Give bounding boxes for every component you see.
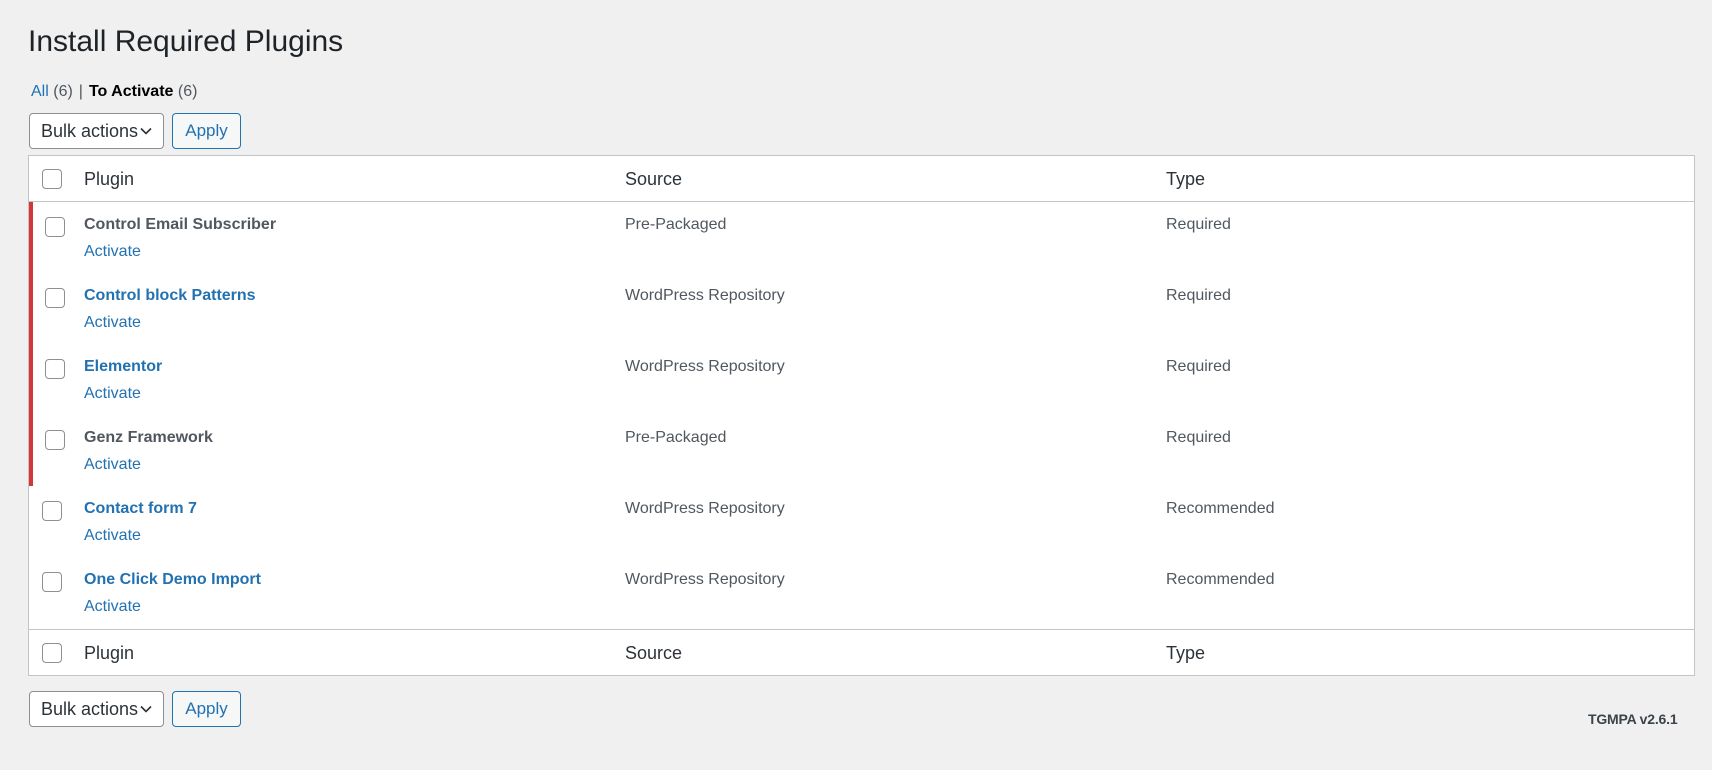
activate-link[interactable]: Activate [84, 312, 141, 334]
table-row: Contact form 7 Activate WordPress Reposito… [29, 486, 1694, 557]
activate-link[interactable]: Activate [84, 525, 141, 547]
table-header: Plugin Source Type [29, 156, 1694, 202]
select-all-checkbox-top[interactable] [42, 169, 62, 189]
filter-all-link[interactable]: All (6) [31, 83, 73, 100]
plugin-source: WordPress Repository [625, 571, 785, 588]
tgmpa-version: TGMPA v2.6.1 [1588, 711, 1678, 727]
activate-link[interactable]: Activate [84, 596, 141, 618]
table-row: One Click Demo Import Activate WordPress R… [29, 557, 1694, 628]
activate-link[interactable]: Activate [84, 383, 141, 405]
plugin-name[interactable]: Contact form 7 [84, 498, 197, 520]
plugin-type: Required [1166, 429, 1231, 446]
plugin-source: Pre-Packaged [625, 216, 727, 233]
apply-button-bottom[interactable]: Apply [172, 691, 241, 727]
row-checkbox[interactable] [45, 359, 65, 379]
filter-all-label: All [31, 83, 49, 100]
tablenav-bottom: Bulk actions Apply [29, 691, 241, 727]
column-footer-plugin[interactable]: Plugin [84, 642, 134, 664]
column-footer-type[interactable]: Type [1166, 642, 1205, 664]
plugin-source: Pre-Packaged [625, 429, 727, 446]
bulk-actions-select-bottom[interactable]: Bulk actions [29, 691, 164, 727]
table-row: Elementor Activate WordPress Repository Req… [29, 344, 1694, 415]
column-header-type[interactable]: Type [1166, 168, 1205, 190]
plugin-source: WordPress Repository [625, 358, 785, 375]
bulk-actions-selected: Bulk actions [41, 698, 139, 719]
plugin-type: Required [1166, 358, 1231, 375]
filter-all-count: (6) [53, 83, 73, 100]
activate-link[interactable]: Activate [84, 241, 141, 263]
column-footer-source[interactable]: Source [625, 642, 682, 664]
row-checkbox[interactable] [45, 430, 65, 450]
table-row: Control Email Subscriber Activate Pre-Pack… [29, 202, 1694, 273]
plugin-source: WordPress Repository [625, 287, 785, 304]
bulk-actions-selected: Bulk actions [41, 120, 139, 141]
row-checkbox[interactable] [45, 217, 65, 237]
column-header-plugin[interactable]: Plugin [84, 168, 134, 190]
plugin-name: Control Email Subscriber [84, 216, 277, 233]
plugin-name[interactable]: Elementor [84, 356, 162, 378]
chevron-down-icon [140, 705, 152, 713]
plugin-type: Recommended [1166, 500, 1275, 517]
filter-to-activate-count: (6) [177, 83, 198, 100]
tablenav-top: Bulk actions Apply [29, 113, 241, 149]
table-row: Genz Framework Activate Pre-Packaged Requir… [29, 415, 1694, 486]
row-checkbox[interactable] [42, 572, 62, 592]
plugin-name[interactable]: Control block Patterns [84, 285, 256, 307]
apply-button-top[interactable]: Apply [172, 113, 241, 149]
plugin-status-filters: All (6) | To Activate (6) [31, 81, 197, 103]
row-checkbox[interactable] [45, 288, 65, 308]
chevron-down-icon [140, 127, 152, 135]
bulk-actions-select-top[interactable]: Bulk actions [29, 113, 164, 149]
plugin-name: Genz Framework [84, 429, 213, 446]
plugin-source: WordPress Repository [625, 500, 785, 517]
column-header-source[interactable]: Source [625, 168, 682, 190]
plugin-type: Required [1166, 287, 1231, 304]
select-all-checkbox-bottom[interactable] [42, 643, 62, 663]
row-checkbox[interactable] [42, 501, 62, 521]
plugins-table: Plugin Source Type Control Email Subscri… [28, 155, 1695, 676]
plugin-name[interactable]: One Click Demo Import [84, 569, 261, 591]
filter-to-activate[interactable]: To Activate (6) [89, 83, 197, 100]
plugin-type: Required [1166, 216, 1231, 233]
filter-separator: | [78, 83, 83, 100]
table-row: Control block Patterns Activate WordPress … [29, 273, 1694, 344]
plugin-type: Recommended [1166, 571, 1275, 588]
filter-to-activate-label: To Activate [88, 83, 174, 100]
page-title: Install Required Plugins [28, 25, 344, 58]
table-footer: Plugin Source Type [29, 629, 1694, 675]
activate-link[interactable]: Activate [84, 454, 141, 476]
